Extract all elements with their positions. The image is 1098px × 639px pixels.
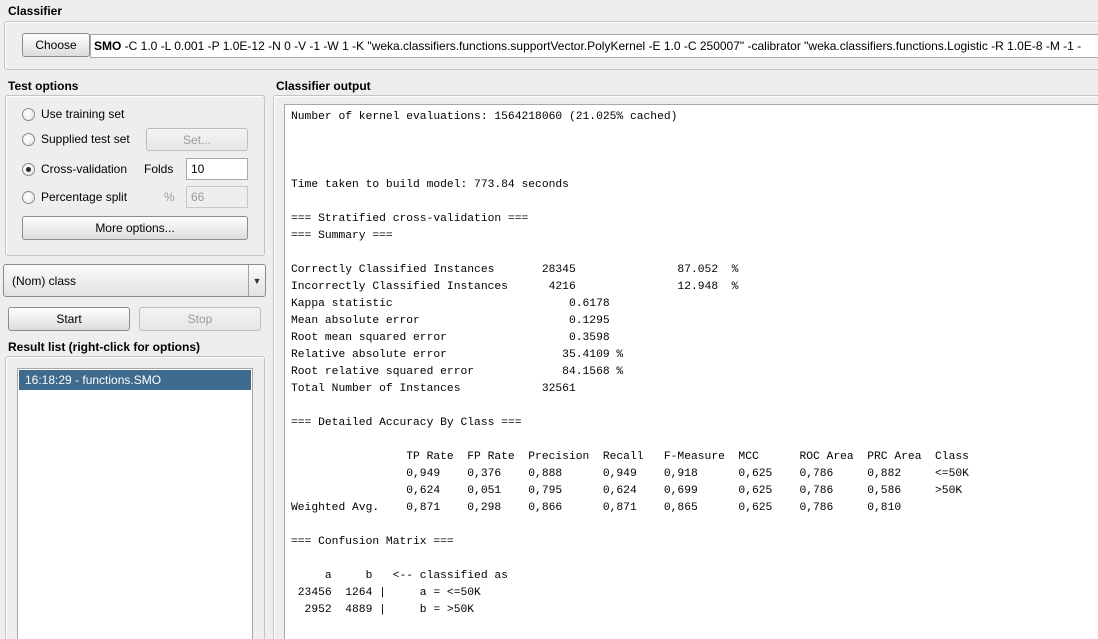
percent-label: % <box>164 190 175 204</box>
result-list-item[interactable]: 16:18:29 - functions.SMO <box>19 370 251 390</box>
output-line: 2952 4889 | b = >50K <box>291 604 475 616</box>
output-line: Correctly Classified Instances 28345 87.… <box>291 264 739 276</box>
output-line: Incorrectly Classified Instances 4216 12… <box>291 281 739 293</box>
classifier-options-text: -C 1.0 -L 0.001 -P 1.0E-12 -N 0 -V -1 -W… <box>121 39 1082 53</box>
output-line: 0,624 0,051 0,795 0,624 0,699 0,625 0,78… <box>291 485 963 497</box>
output-line: TP Rate FP Rate Precision Recall F-Measu… <box>291 451 969 463</box>
stop-button[interactable]: Stop <box>139 307 261 331</box>
percentage-split-option[interactable]: Percentage split <box>22 188 127 206</box>
cross-validation-radio[interactable] <box>22 162 35 176</box>
folds-input[interactable]: 10 <box>186 158 248 180</box>
classifier-section-title: Classifier <box>8 4 63 18</box>
supplied-test-set-label: Supplied test set <box>41 132 130 146</box>
classifier-output-text: Number of kernel evaluations: 1564218060… <box>291 109 969 619</box>
cross-validation-label: Cross-validation <box>41 162 128 176</box>
output-line: a b <-- classified as <box>291 570 508 582</box>
classifier-options-field[interactable]: SMO -C 1.0 -L 0.001 -P 1.0E-12 -N 0 -V -… <box>90 34 1098 58</box>
output-line: Weighted Avg. 0,871 0,298 0,866 0,871 0,… <box>291 502 902 514</box>
output-line: === Detailed Accuracy By Class === <box>291 417 522 429</box>
output-line: Relative absolute error 35.4109 % <box>291 349 624 361</box>
output-line: Mean absolute error 0.1295 <box>291 315 610 327</box>
output-line: === Stratified cross-validation === <box>291 213 529 225</box>
use-training-set-option[interactable]: Use training set <box>22 105 124 123</box>
choose-button[interactable]: Choose <box>22 33 90 57</box>
more-options-button[interactable]: More options... <box>22 216 248 240</box>
output-line: Root relative squared error 84.1568 % <box>291 366 624 378</box>
folds-label: Folds <box>144 162 174 176</box>
output-line: Time taken to build model: 773.84 second… <box>291 179 569 191</box>
supplied-test-set-option[interactable]: Supplied test set <box>22 130 130 148</box>
output-line: 23456 1264 | a = <=50K <box>291 587 481 599</box>
classifier-output-area[interactable]: Number of kernel evaluations: 1564218060… <box>284 104 1098 639</box>
use-training-set-label: Use training set <box>41 107 125 121</box>
output-line: === Confusion Matrix === <box>291 536 454 548</box>
chevron-down-icon[interactable]: ▼ <box>248 265 265 296</box>
output-line: Number of kernel evaluations: 1564218060… <box>291 111 678 123</box>
use-training-set-radio[interactable] <box>22 107 35 121</box>
output-line: Total Number of Instances 32561 <box>291 383 576 395</box>
classifier-name: SMO <box>94 39 122 53</box>
output-line: Kappa statistic 0.6178 <box>291 298 610 310</box>
class-selector-value: (Nom) class <box>12 273 77 288</box>
output-line: Root mean squared error 0.3598 <box>291 332 610 344</box>
percentage-split-label: Percentage split <box>41 190 128 204</box>
percentage-input[interactable]: 66 <box>186 186 248 208</box>
cross-validation-option[interactable]: Cross-validation <box>22 160 127 178</box>
output-line: 0,949 0,376 0,888 0,949 0,918 0,625 0,78… <box>291 468 969 480</box>
test-options-title: Test options <box>8 79 79 93</box>
output-line: === Summary === <box>291 230 393 242</box>
percentage-split-radio[interactable] <box>22 190 35 204</box>
result-list-title: Result list (right-click for options) <box>8 340 201 354</box>
supplied-test-set-radio[interactable] <box>22 132 35 146</box>
classifier-output-title: Classifier output <box>276 79 371 93</box>
class-selector[interactable]: (Nom) class ▼ <box>3 264 266 297</box>
start-button[interactable]: Start <box>8 307 130 331</box>
result-list[interactable]: 16:18:29 - functions.SMO <box>17 368 253 639</box>
set-button[interactable]: Set... <box>146 128 248 151</box>
